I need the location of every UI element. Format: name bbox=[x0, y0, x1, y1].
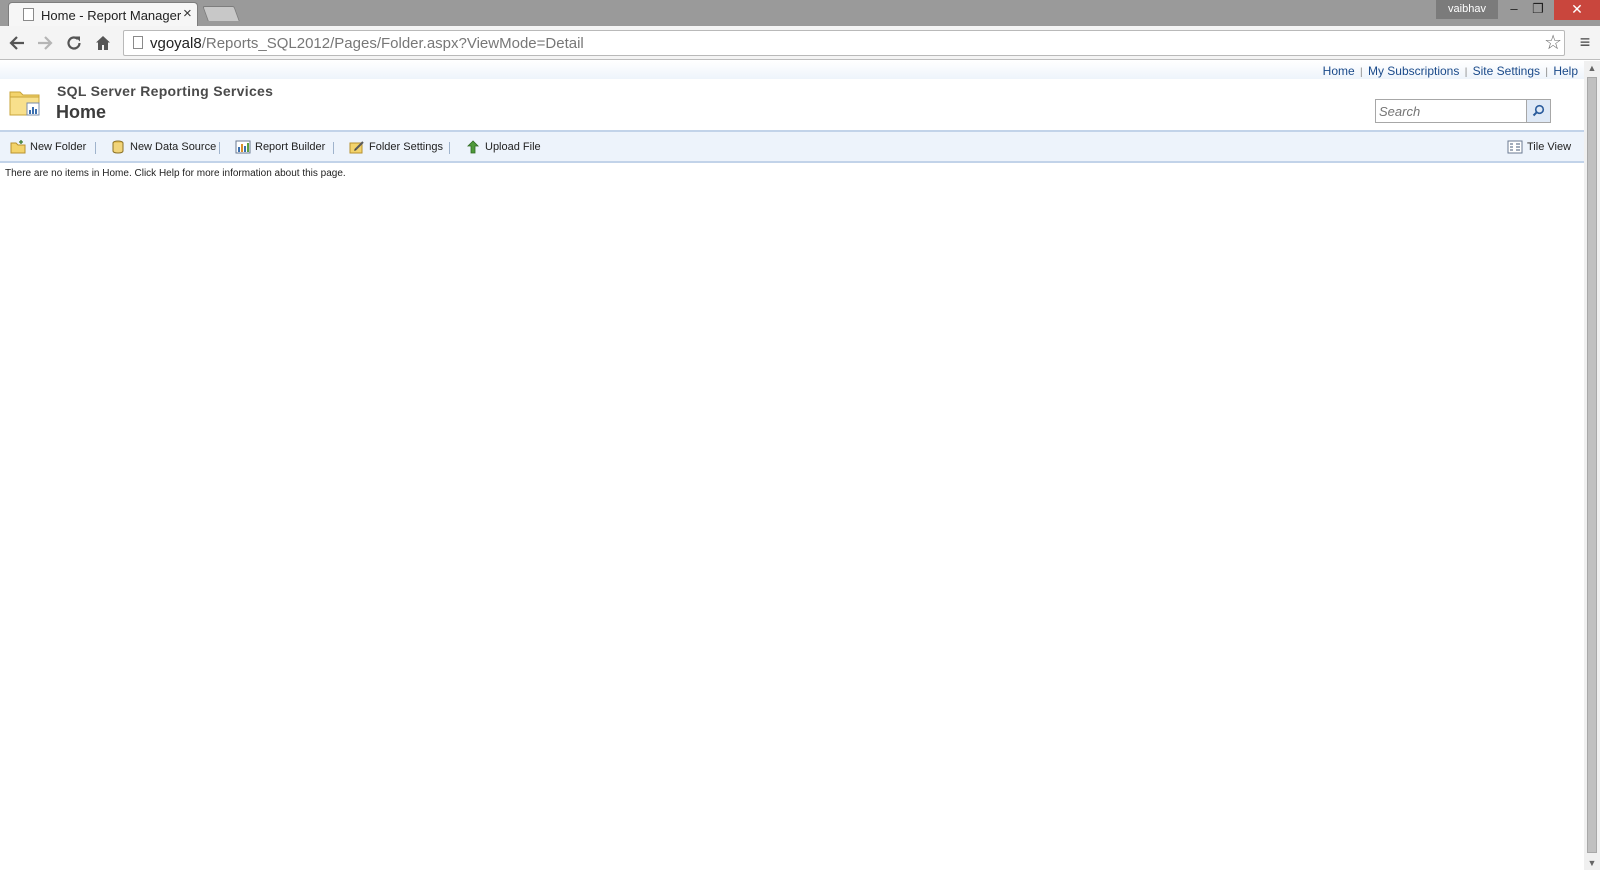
address-bar[interactable]: vgoyal8/Reports_SQL2012/Pages/Folder.asp… bbox=[123, 30, 1565, 56]
scroll-down-arrow-icon[interactable]: ▼ bbox=[1584, 856, 1600, 870]
global-navigation: Home | My Subscriptions | Site Settings … bbox=[1323, 64, 1578, 78]
new-data-source-label: New Data Source bbox=[130, 141, 217, 153]
tile-view-icon bbox=[1507, 140, 1523, 154]
folder-settings-icon bbox=[349, 141, 364, 154]
back-arrow-icon[interactable] bbox=[5, 31, 29, 55]
tile-view-label: Tile View bbox=[1527, 141, 1572, 153]
upload-file-button[interactable]: Upload File bbox=[465, 140, 541, 154]
nav-separator: | bbox=[1464, 67, 1468, 78]
folder-settings-label: Folder Settings bbox=[369, 141, 443, 153]
folder-report-icon bbox=[9, 91, 40, 116]
bookmark-star-icon[interactable]: ☆ bbox=[1544, 31, 1562, 55]
browser-tab-active[interactable]: Home - Report Manager × bbox=[8, 2, 198, 27]
toolbar-separator bbox=[219, 142, 220, 154]
home-icon[interactable] bbox=[91, 31, 115, 55]
toolbar-separator bbox=[95, 142, 96, 154]
profile-user-badge[interactable]: vaibhav bbox=[1436, 0, 1498, 19]
toolbar-separator bbox=[333, 142, 334, 154]
forward-arrow-icon[interactable] bbox=[33, 31, 57, 55]
vertical-scrollbar[interactable]: ▲ ▼ bbox=[1584, 61, 1600, 870]
upload-file-label: Upload File bbox=[485, 141, 541, 153]
link-help[interactable]: Help bbox=[1553, 64, 1578, 78]
browser-title-bar: Home - Report Manager × vaibhav – ❐ ✕ bbox=[0, 0, 1600, 27]
scrollbar-thumb[interactable] bbox=[1587, 77, 1597, 853]
window-close-button[interactable]: ✕ bbox=[1554, 0, 1600, 20]
tab-title: Home - Report Manager bbox=[41, 8, 182, 23]
window-maximize-button[interactable]: ❐ bbox=[1525, 0, 1551, 20]
app-title: SQL Server Reporting Services bbox=[57, 83, 274, 99]
new-folder-icon bbox=[10, 140, 26, 154]
link-home[interactable]: Home bbox=[1323, 64, 1355, 78]
reload-icon[interactable] bbox=[62, 31, 86, 55]
upload-arrow-icon bbox=[467, 140, 479, 154]
folder-settings-button[interactable]: Folder Settings bbox=[349, 140, 443, 154]
nav-separator: | bbox=[1360, 67, 1363, 78]
page-viewport: Home | My Subscriptions | Site Settings … bbox=[0, 61, 1584, 870]
scroll-up-arrow-icon[interactable]: ▲ bbox=[1584, 61, 1600, 75]
browser-menu-icon[interactable]: ≡ bbox=[1574, 31, 1596, 53]
link-my-subscriptions[interactable]: My Subscriptions bbox=[1368, 64, 1459, 78]
search-input[interactable] bbox=[1376, 100, 1524, 122]
url-text: vgoyal8/Reports_SQL2012/Pages/Folder.asp… bbox=[150, 35, 584, 52]
nav-separator: | bbox=[1545, 67, 1548, 78]
new-data-source-button[interactable]: New Data Source bbox=[110, 140, 216, 154]
new-tab-button[interactable] bbox=[202, 6, 240, 21]
report-builder-button[interactable]: Report Builder bbox=[235, 140, 325, 154]
page-icon bbox=[133, 36, 143, 49]
new-folder-button[interactable]: New Folder bbox=[10, 140, 86, 154]
report-builder-icon bbox=[235, 140, 251, 154]
toolbar-separator bbox=[449, 142, 450, 154]
window-minimize-button[interactable]: – bbox=[1501, 0, 1527, 20]
report-manager-toolbar: New Folder New Data Source Report Builde… bbox=[0, 130, 1584, 163]
page-icon bbox=[23, 8, 34, 21]
search-icon[interactable] bbox=[1526, 100, 1550, 122]
browser-toolbar: vgoyal8/Reports_SQL2012/Pages/Folder.asp… bbox=[0, 26, 1600, 60]
tile-view-button[interactable]: Tile View bbox=[1507, 140, 1571, 154]
new-folder-label: New Folder bbox=[30, 141, 87, 153]
link-site-settings[interactable]: Site Settings bbox=[1473, 64, 1540, 78]
report-builder-label: Report Builder bbox=[255, 141, 326, 153]
new-data-source-icon bbox=[112, 140, 124, 154]
search-box bbox=[1375, 99, 1551, 123]
tab-close-icon[interactable]: × bbox=[183, 5, 192, 23]
empty-folder-message: There are no items in Home. Click Help f… bbox=[5, 168, 346, 179]
page-title: Home bbox=[56, 102, 107, 122]
